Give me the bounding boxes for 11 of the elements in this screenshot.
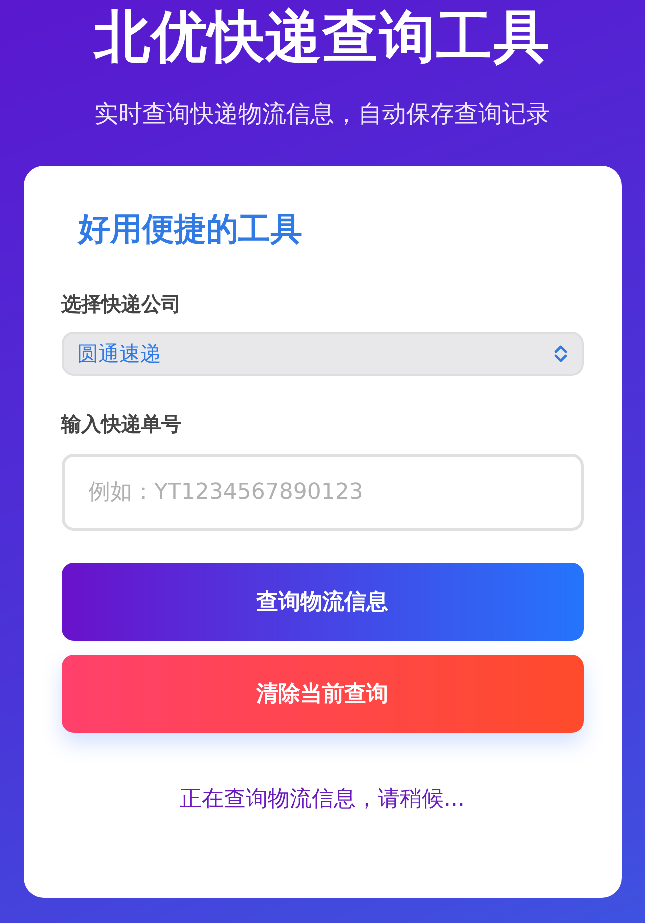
page-subtitle: 实时查询快递物流信息，自动保存查询记录 (94, 99, 550, 130)
field-label: 输入快递单号 (62, 411, 182, 438)
clear-button[interactable]: 清除当前查询 (62, 655, 584, 733)
tracking-number-field[interactable]: 例如：YT1234567890123 (62, 454, 584, 531)
status-message: 正在查询物流信息，请稍候... (180, 786, 465, 814)
field-label: 选择快递公司 (62, 291, 182, 318)
chevron-icon (554, 344, 568, 364)
card-title: 好用便捷的工具 (78, 209, 304, 250)
page-title: 北优快递查询工具 (94, 4, 550, 72)
company-select[interactable]: 圆通速递 (62, 332, 584, 376)
query-button[interactable]: 查询物流信息 (62, 563, 584, 641)
